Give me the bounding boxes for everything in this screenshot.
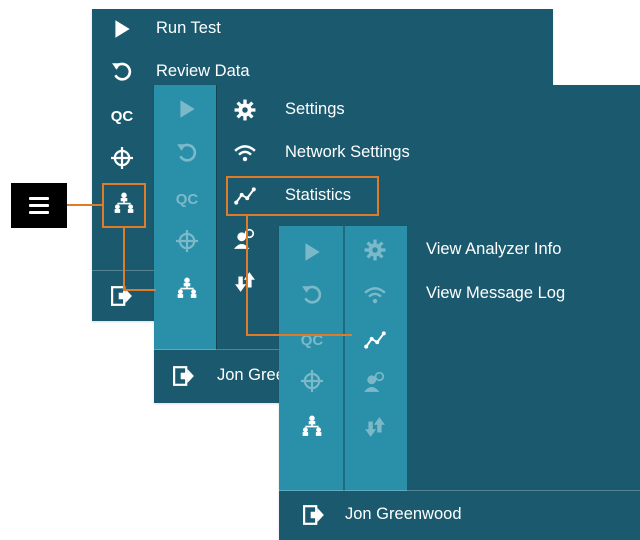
logout-icon[interactable] — [109, 283, 135, 309]
gear-icon — [232, 97, 258, 123]
connector-line — [246, 334, 352, 336]
users-icon — [232, 226, 258, 252]
statistics-icon[interactable] — [362, 327, 388, 353]
highlight-box — [226, 176, 379, 216]
wifi-icon — [232, 140, 258, 166]
menu-item-label: View Message Log — [426, 284, 566, 302]
menu-icon — [29, 197, 49, 200]
play-icon — [109, 16, 135, 42]
menu-item-label: Review Data — [156, 62, 250, 80]
menu-item-view-message-log[interactable]: View Message Log — [279, 274, 640, 314]
logout-icon[interactable] — [301, 502, 327, 528]
highlight-box — [102, 183, 146, 228]
transfer-icon — [362, 414, 388, 440]
connector-line — [123, 228, 125, 291]
connector-line — [246, 216, 248, 336]
qc-icon: QC — [300, 331, 324, 349]
users-icon — [362, 369, 388, 395]
menu-item-label: View Analyzer Info — [426, 240, 562, 258]
crosshair-icon — [299, 368, 325, 394]
connector-line — [67, 204, 102, 206]
qc-icon: QC — [110, 107, 134, 125]
org-chart-icon[interactable] — [299, 413, 325, 439]
transfer-icon — [232, 269, 258, 295]
footer-bar: Jon Greenwood — [279, 490, 640, 540]
menu-item-network-settings[interactable]: Network Settings — [154, 133, 640, 173]
menu-item-view-analyzer-info[interactable]: View Analyzer Info — [279, 230, 640, 270]
hamburger-menu-button[interactable] — [11, 183, 67, 228]
user-name: Jon Gree — [217, 366, 285, 384]
crosshair-icon — [109, 145, 135, 171]
menu-item-label: Settings — [285, 100, 345, 118]
user-name: Jon Greenwood — [345, 505, 462, 523]
statistics-panel: QC View Analyzer Info View Message Log J… — [279, 226, 640, 540]
logout-icon[interactable] — [171, 363, 197, 389]
connector-line — [123, 289, 156, 291]
menu-item-label: Run Test — [156, 19, 221, 37]
menu-item-run-test[interactable]: Run Test — [92, 9, 553, 49]
undo-icon — [109, 59, 135, 85]
menu-item-settings[interactable]: Settings — [154, 90, 640, 130]
menu-item-label: Network Settings — [285, 143, 410, 161]
